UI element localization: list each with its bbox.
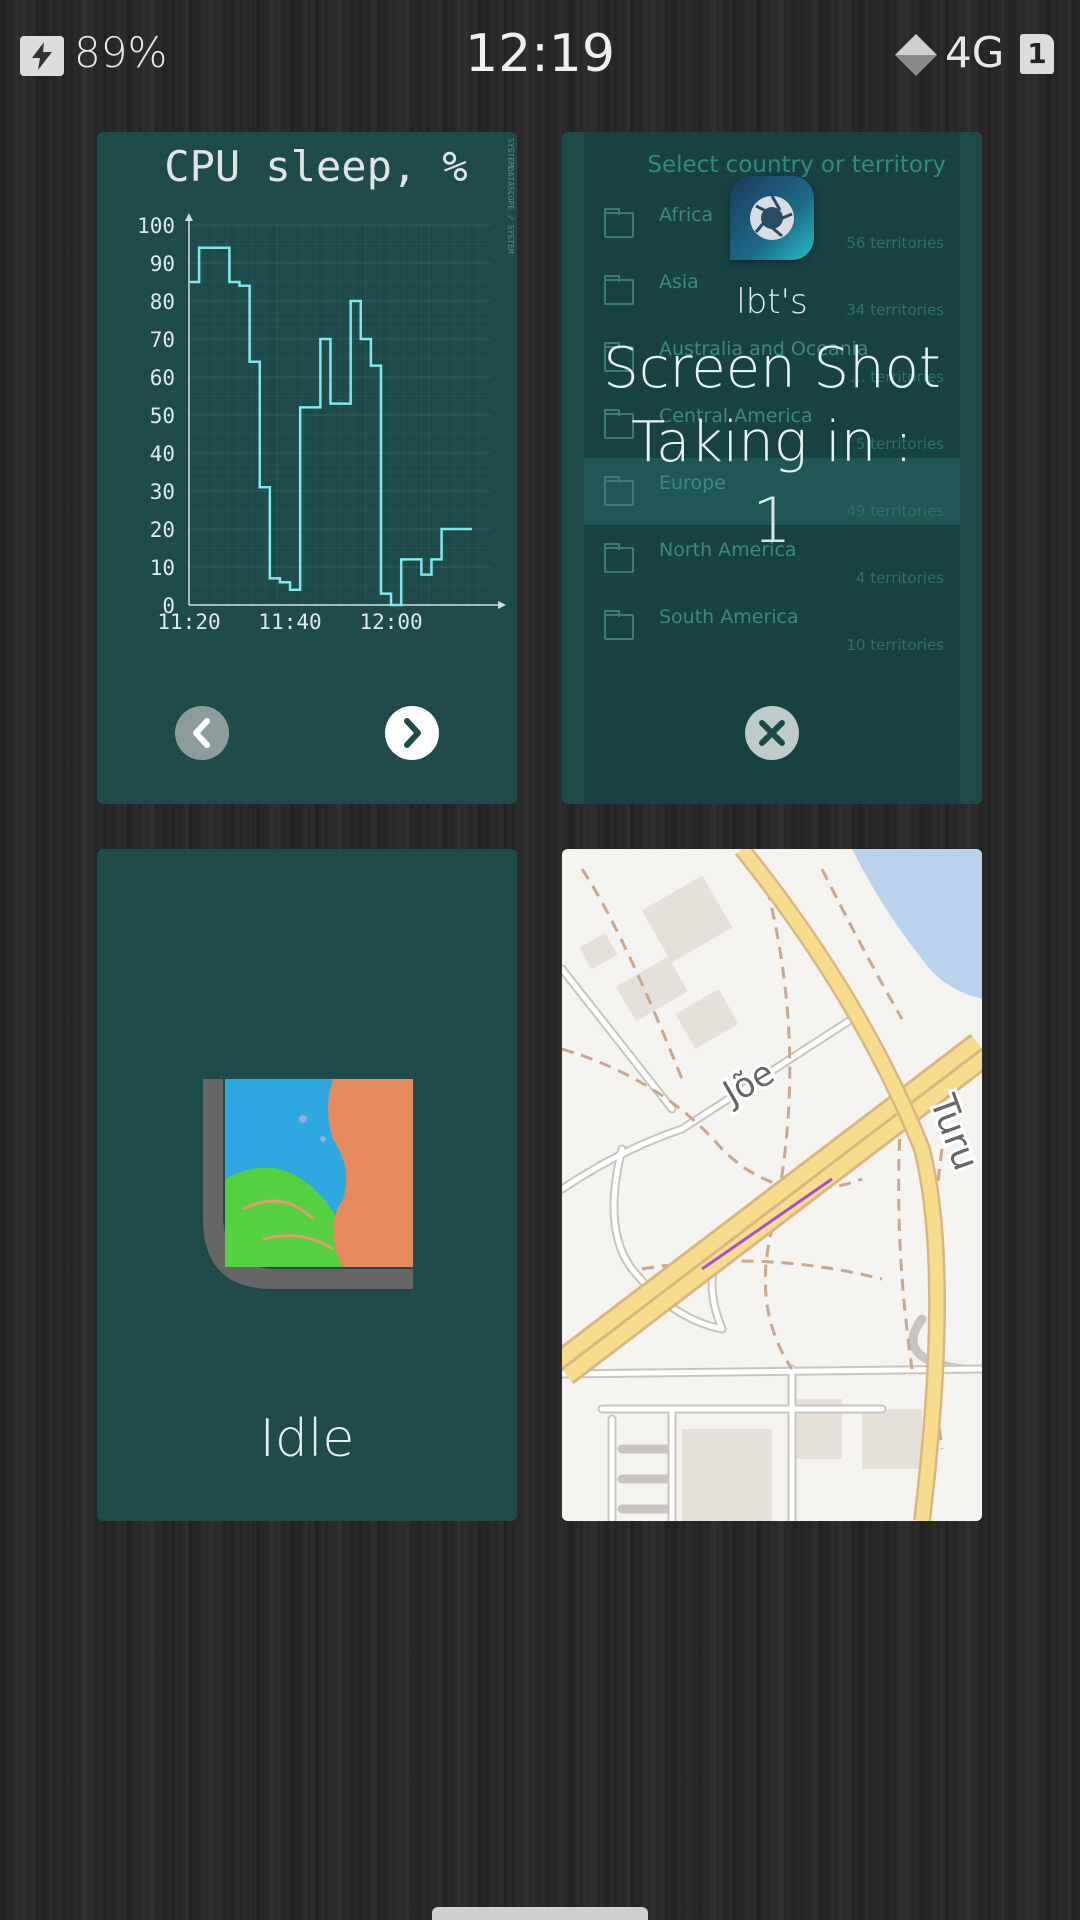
chart-title: CPU sleep, % bbox=[164, 142, 468, 191]
territory-row: South America 10 territories bbox=[584, 592, 960, 659]
y-tick-label: 60 bbox=[150, 366, 175, 390]
close-button[interactable] bbox=[745, 706, 799, 760]
camera-app-icon bbox=[730, 176, 814, 260]
territory-count: 10 territories bbox=[846, 636, 944, 654]
y-axis-arrow bbox=[185, 213, 193, 221]
idle-app-card[interactable]: Idle bbox=[97, 849, 517, 1521]
x-tick-label: 12:00 bbox=[359, 610, 422, 634]
next-chart-button[interactable] bbox=[385, 706, 439, 760]
chevron-right-icon bbox=[404, 718, 421, 748]
status-bar: 89% 12:19 4G 1 bbox=[0, 0, 1080, 110]
previous-chart-button[interactable] bbox=[175, 706, 229, 760]
screenshot-title: Screen Shot Taking in : bbox=[562, 332, 982, 480]
idle-label: Idle bbox=[259, 1409, 355, 1469]
y-tick-label: 30 bbox=[150, 480, 175, 504]
y-tick-label: 90 bbox=[150, 252, 175, 276]
y-tick-label: 10 bbox=[150, 556, 175, 580]
close-icon bbox=[759, 720, 785, 746]
screenshot-title-line1: Screen Shot bbox=[603, 336, 941, 401]
cpu-sleep-card[interactable]: CPU sleep, % SYSTEMDATASCOPE / SYSTEM 01… bbox=[97, 132, 517, 804]
territory-count: 4 territories bbox=[855, 569, 944, 587]
screenshot-title-line2: Taking in : bbox=[631, 410, 913, 475]
folder-icon bbox=[604, 208, 634, 238]
y-tick-label: 80 bbox=[150, 290, 175, 314]
y-tick-label: 70 bbox=[150, 328, 175, 352]
x-axis-arrow bbox=[498, 601, 506, 609]
y-tick-label: 40 bbox=[150, 442, 175, 466]
territory-name: South America bbox=[659, 606, 799, 628]
chevron-left-icon bbox=[193, 718, 210, 748]
map-view: Jõe Turu bbox=[562, 849, 982, 1521]
y-tick-label: 20 bbox=[150, 518, 175, 542]
cpu-sleep-chart: 010203040506070809010011:20 11:40 12:00 bbox=[137, 213, 506, 634]
territory-list-header: Select country or territory bbox=[647, 152, 946, 178]
screenshot-owner: lbt's bbox=[736, 282, 808, 322]
home-indicator[interactable] bbox=[432, 1907, 648, 1920]
signal-icon bbox=[893, 32, 939, 82]
y-tick-label: 100 bbox=[137, 214, 175, 238]
map-app-icon bbox=[203, 1079, 413, 1289]
screenshot-card[interactable]: Select country or territory Africa 56 ter… bbox=[562, 132, 982, 804]
network-type: 4G bbox=[945, 28, 1005, 77]
y-tick-label: 50 bbox=[150, 404, 175, 428]
folder-icon bbox=[604, 610, 634, 640]
territory-name: Africa bbox=[659, 204, 714, 226]
map-card[interactable]: Jõe Turu bbox=[562, 849, 982, 1521]
x-tick-label: 11:20 bbox=[157, 610, 220, 634]
x-tick-label: 11:40 bbox=[258, 610, 321, 634]
sim-card-icon: 1 bbox=[1020, 34, 1054, 74]
territory-count: 56 territories bbox=[846, 234, 944, 252]
countdown-value: 1 bbox=[752, 484, 792, 557]
